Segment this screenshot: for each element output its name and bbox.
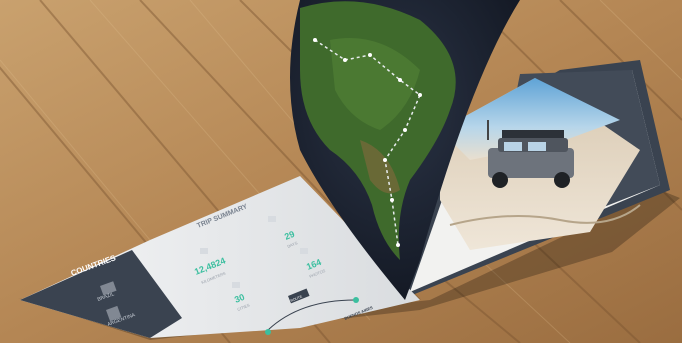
photo-scene: COUNTRIES BRAZIL ARGENTINA TRIP SUMMARY …	[0, 0, 682, 343]
kilometers-icon	[200, 248, 208, 254]
days-icon	[268, 216, 276, 222]
route-end-dot	[353, 297, 359, 303]
scene-svg: COUNTRIES BRAZIL ARGENTINA TRIP SUMMARY …	[0, 0, 682, 343]
photos-icon	[300, 248, 308, 254]
cities-icon	[232, 282, 240, 288]
route-start-dot	[265, 329, 271, 335]
